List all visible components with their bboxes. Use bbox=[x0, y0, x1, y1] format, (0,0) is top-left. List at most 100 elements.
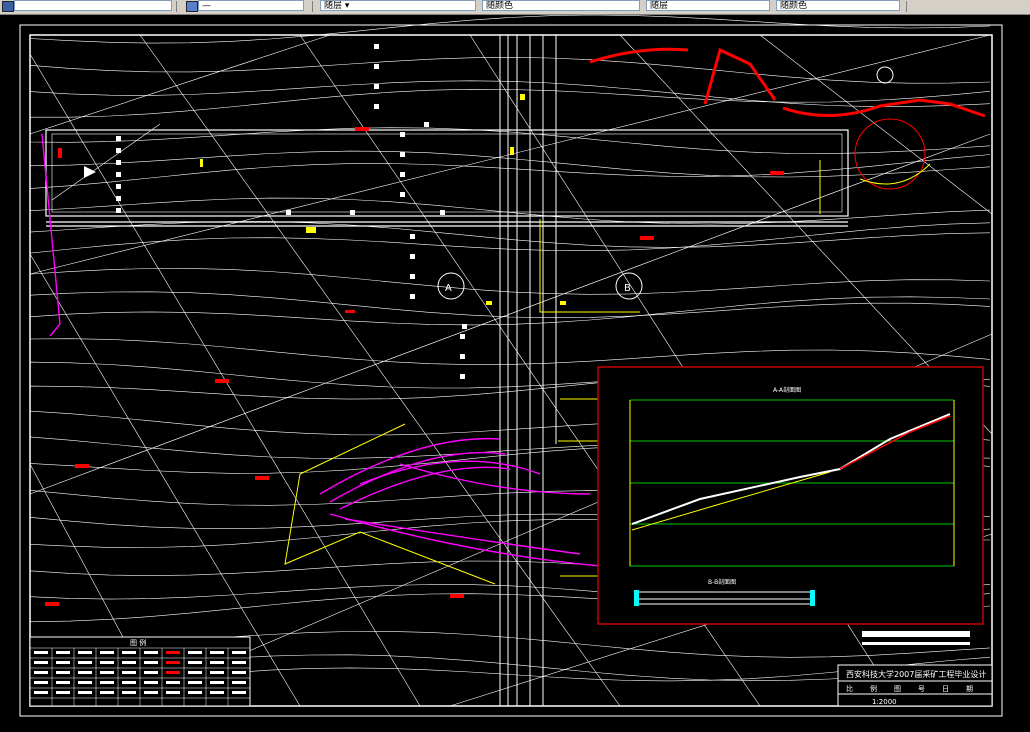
contour-line bbox=[29, 296, 991, 326]
inset-bb-left-cap bbox=[634, 590, 639, 606]
survey-mark bbox=[400, 192, 405, 197]
misc-dropdown[interactable]: 随颜色 bbox=[776, 0, 900, 11]
title-block-header: 日 bbox=[942, 685, 949, 693]
title-block-header: 例 bbox=[870, 684, 877, 693]
layer-state-icon[interactable] bbox=[186, 1, 198, 12]
survey-mark bbox=[374, 64, 379, 69]
linetype-dropdown[interactable]: — bbox=[198, 0, 304, 11]
plotstyle-dropdown[interactable]: 随层 bbox=[646, 0, 770, 11]
legend-symbol bbox=[56, 691, 70, 694]
survey-mark bbox=[460, 334, 465, 339]
legend-symbol bbox=[144, 691, 158, 694]
contour-line bbox=[29, 197, 991, 225]
title-block-header: 比 bbox=[846, 684, 853, 693]
survey-mark bbox=[400, 152, 405, 157]
legend-symbol bbox=[188, 661, 202, 664]
north-arrow-icon bbox=[876, 66, 894, 84]
survey-mark bbox=[116, 184, 121, 189]
legend-symbol bbox=[122, 671, 136, 674]
legend-symbol bbox=[56, 671, 70, 674]
drawing-canvas[interactable]: A B A-A剖面图 B-B剖面图 图 例 西安科技大学2007届采矿工程毕业设… bbox=[0, 14, 1030, 732]
section-marker-a: A bbox=[437, 272, 465, 300]
svg-text:A: A bbox=[445, 283, 452, 294]
survey-mark bbox=[400, 172, 405, 177]
legend-symbol bbox=[210, 671, 224, 674]
legend-symbol bbox=[210, 681, 224, 684]
pit-outline bbox=[45, 129, 849, 227]
contour-line bbox=[29, 338, 991, 365]
layer-dropdown[interactable] bbox=[14, 0, 172, 11]
inset-title-aa: A-A剖面图 bbox=[773, 386, 801, 394]
title-block-header: 号 bbox=[918, 685, 925, 693]
survey-mark bbox=[400, 132, 405, 137]
lineweight-dropdown[interactable]: 随颜色 bbox=[482, 0, 640, 11]
legend-symbol bbox=[34, 691, 48, 694]
color-dropdown[interactable]: 随层 ▾ bbox=[320, 0, 476, 11]
section-inset: A-A剖面图 B-B剖面图 bbox=[597, 366, 984, 625]
survey-mark bbox=[460, 374, 465, 379]
legend-symbol bbox=[232, 681, 246, 684]
legend-symbol bbox=[232, 651, 246, 654]
survey-mark bbox=[374, 84, 379, 89]
legend-symbol bbox=[210, 661, 224, 664]
legend-symbol bbox=[144, 671, 158, 674]
survey-mark bbox=[410, 294, 415, 299]
contour-line bbox=[29, 14, 991, 44]
contour-line bbox=[29, 56, 991, 84]
legend-symbol bbox=[232, 661, 246, 664]
legend-symbol bbox=[78, 671, 92, 674]
title-block: 西安科技大学2007届采矿工程毕业设计 比 例 图 号 日 期 1:2000 bbox=[837, 631, 993, 707]
legend-symbol bbox=[56, 661, 70, 664]
legend-symbol bbox=[210, 651, 224, 654]
survey-marks bbox=[116, 44, 467, 379]
title-block-main: 西安科技大学2007届采矿工程毕业设计 bbox=[846, 669, 986, 679]
legend-symbol bbox=[122, 691, 136, 694]
legend-symbol bbox=[232, 671, 246, 674]
legend-symbol bbox=[34, 671, 48, 674]
legend-symbol bbox=[78, 651, 92, 654]
legend-symbol bbox=[188, 651, 202, 654]
inset-bb-right-cap bbox=[810, 590, 815, 606]
survey-mark bbox=[410, 254, 415, 259]
legend-symbol bbox=[100, 671, 114, 674]
legend-symbol bbox=[188, 671, 202, 674]
yellow-marks bbox=[200, 94, 566, 305]
survey-mark bbox=[116, 196, 121, 201]
contour-line bbox=[29, 221, 991, 248]
scale-value: 1:2000 bbox=[872, 698, 897, 706]
legend-symbol bbox=[100, 681, 114, 684]
survey-mark bbox=[374, 44, 379, 49]
layer-icon[interactable] bbox=[2, 1, 14, 12]
legend-table: 图 例 bbox=[29, 636, 251, 707]
legend-symbol bbox=[78, 661, 92, 664]
legend-symbol bbox=[122, 651, 136, 654]
legend-symbol bbox=[34, 681, 48, 684]
contour-line bbox=[29, 80, 991, 107]
title-block-header: 期 bbox=[966, 685, 973, 693]
legend-symbol bbox=[122, 681, 136, 684]
toolbar-separator bbox=[906, 1, 907, 12]
survey-mark bbox=[374, 104, 379, 109]
toolbar-separator bbox=[312, 1, 313, 12]
svg-text:B: B bbox=[624, 283, 631, 294]
legend-symbol bbox=[188, 691, 202, 694]
legend-symbol bbox=[210, 691, 224, 694]
legend-symbol bbox=[122, 661, 136, 664]
cad-toolbar: — 随层 ▾ 随颜色 随层 随颜色 bbox=[0, 0, 1030, 15]
title-block-header: 图 bbox=[894, 685, 901, 693]
legend-symbol bbox=[100, 651, 114, 654]
survey-mark bbox=[286, 210, 291, 215]
cad-drawing[interactable]: A B A-A剖面图 B-B剖面图 图 例 西安科技大学2007届采矿工程毕业设… bbox=[0, 14, 1030, 732]
grid-line bbox=[759, 34, 993, 215]
legend-symbol bbox=[100, 691, 114, 694]
section-marker-b: B bbox=[615, 272, 643, 300]
legend-symbol bbox=[56, 681, 70, 684]
legend-symbol bbox=[34, 651, 48, 654]
legend-symbol bbox=[166, 681, 180, 684]
survey-mark bbox=[460, 354, 465, 359]
survey-mark bbox=[440, 210, 445, 215]
legend-symbol bbox=[100, 661, 114, 664]
legend-symbol bbox=[166, 651, 180, 654]
legend-header: 图 例 bbox=[130, 638, 146, 647]
legend-symbol bbox=[78, 681, 92, 684]
